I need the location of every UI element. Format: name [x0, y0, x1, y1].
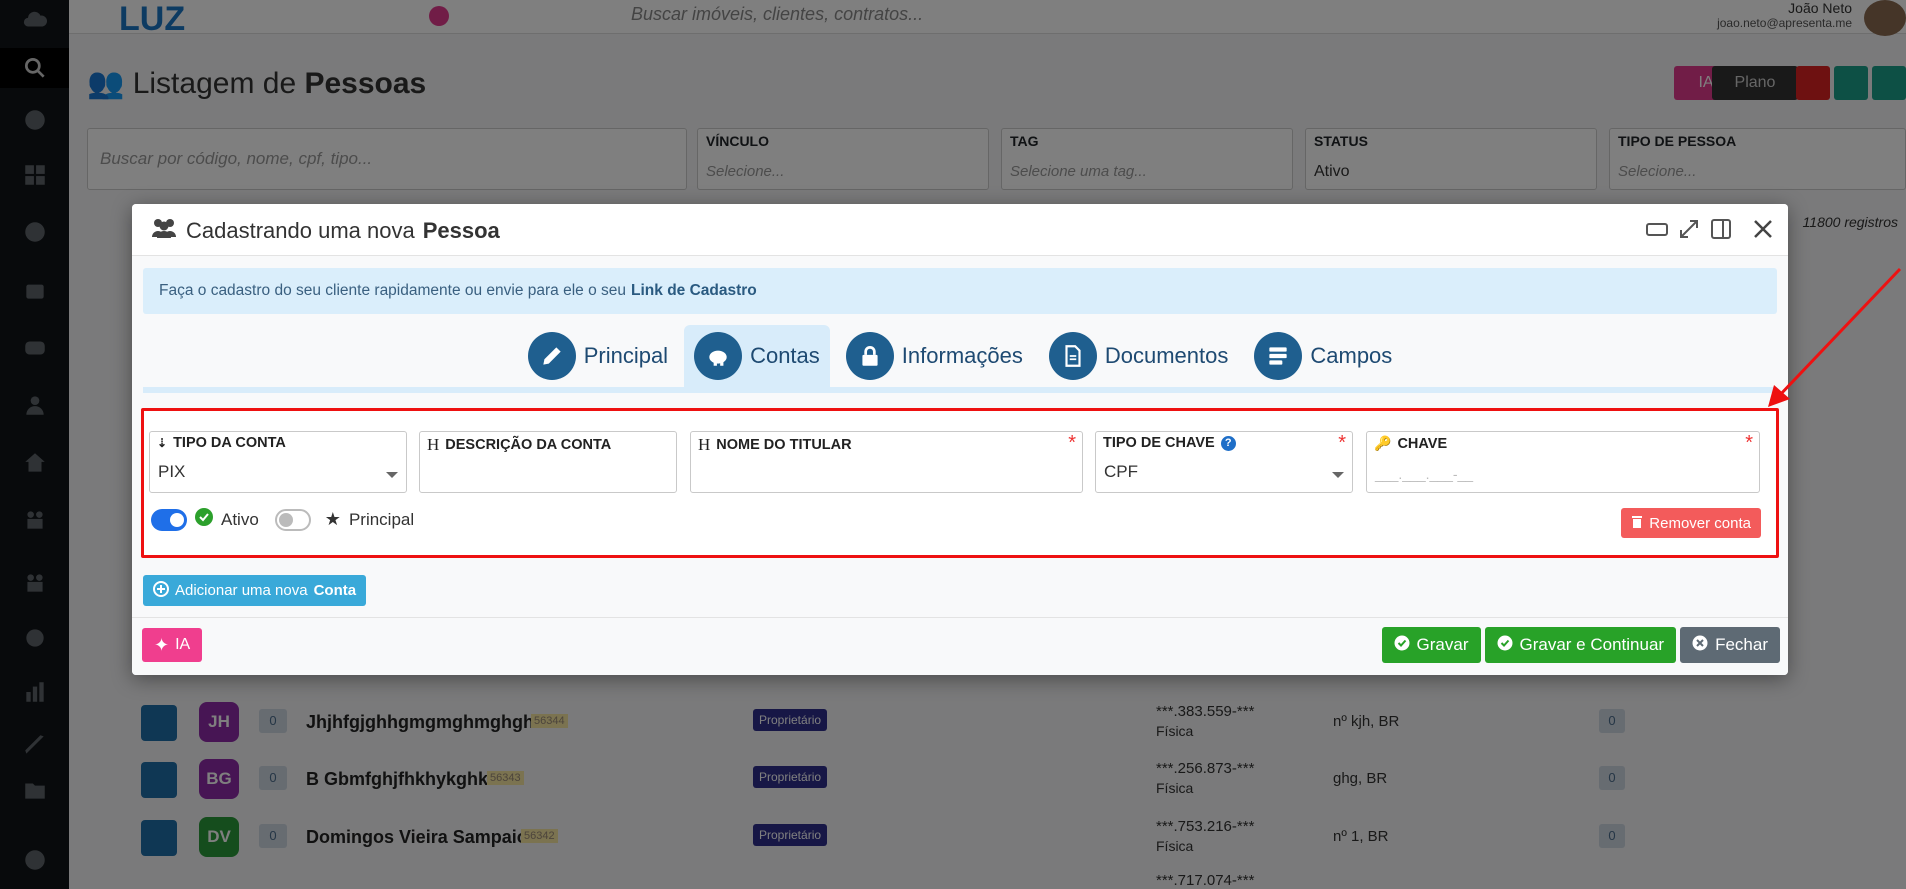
chevron-down-icon	[386, 472, 398, 478]
check-circle-icon	[1497, 635, 1513, 656]
expand-icon[interactable]	[1678, 218, 1700, 245]
required-asterisk: *	[1068, 432, 1076, 454]
fechar-button[interactable]: Fechar	[1680, 627, 1780, 663]
window-restore-icon[interactable]	[1646, 221, 1668, 242]
tab-principal[interactable]: Principal	[518, 325, 678, 387]
tab-documentos[interactable]: Documentos	[1039, 325, 1239, 387]
database-icon	[1254, 332, 1303, 380]
cadastro-link[interactable]: Link de Cadastro	[631, 282, 757, 300]
banner-text: Faça o cadastro do seu cliente rapidamen…	[159, 282, 627, 299]
tab-informacoes[interactable]: Informações	[836, 325, 1033, 387]
pencil-icon	[527, 332, 576, 380]
modal-footer: ✦ IA Gravar Gravar e Continuar Fechar	[132, 617, 1788, 675]
chevron-down-icon	[1332, 472, 1344, 478]
tab-contas[interactable]: Contas	[684, 325, 830, 387]
tipo-chave-select[interactable]: TIPO DE CHAVE? CPF *	[1095, 431, 1353, 493]
document-icon	[1048, 332, 1097, 380]
modal-header: Cadastrando uma nova Pessoa	[132, 204, 1788, 256]
sparkles-icon: ✦	[154, 634, 170, 655]
add-account-button[interactable]: Adicionar uma nova Conta	[143, 575, 367, 606]
info-banner: Faça o cadastro do seu cliente rapidamen…	[143, 268, 1777, 314]
lock-icon	[845, 332, 894, 380]
close-icon[interactable]	[1752, 218, 1774, 245]
principal-toggle[interactable]	[274, 508, 311, 531]
close-circle-icon	[1692, 635, 1708, 656]
tab-underline	[143, 387, 1777, 393]
nome-titular-field[interactable]: H NOME DO TITULAR *	[690, 431, 1083, 493]
descricao-conta-field[interactable]: H DESCRIÇÃO DA CONTA	[419, 431, 677, 493]
account-entry: ⇣ TIPO DA CONTA PIX H DESCRIÇÃO DA CONTA H…	[141, 408, 1779, 558]
trash-icon	[1631, 514, 1643, 532]
required-asterisk: *	[1338, 432, 1346, 454]
remove-account-button[interactable]: Remover conta	[1621, 508, 1761, 538]
ativo-toggle[interactable]	[151, 508, 187, 531]
register-person-modal: Cadastrando uma nova Pessoa Faça o cadast…	[132, 204, 1788, 675]
heading-icon: H	[698, 435, 711, 454]
modal-title: Cadastrando uma nova Pessoa	[150, 217, 500, 245]
key-icon: 🔑	[1374, 435, 1392, 451]
chave-field[interactable]: 🔑 CHAVE ___.___.___-__ *	[1366, 431, 1760, 493]
heading-icon: H	[427, 435, 440, 454]
annotation-arrow	[1768, 267, 1902, 407]
tab-campos[interactable]: Campos	[1244, 325, 1402, 387]
star-icon: ★	[324, 509, 341, 529]
help-icon[interactable]: ?	[1220, 435, 1236, 451]
check-circle-icon	[1394, 635, 1410, 656]
principal-label: Principal	[348, 509, 415, 529]
piggy-bank-icon	[694, 332, 743, 380]
modal-tabs: Principal Contas Informações Documentos …	[132, 325, 1788, 393]
plus-circle-icon	[153, 580, 169, 601]
tipo-conta-select[interactable]: ⇣ TIPO DA CONTA PIX	[149, 431, 407, 493]
required-asterisk: *	[1745, 432, 1753, 454]
account-type-icon: ⇣	[157, 436, 168, 450]
ia-footer-button[interactable]: ✦ IA	[142, 628, 203, 662]
sidebar-panel-icon[interactable]	[1710, 218, 1732, 245]
check-circle-icon	[195, 508, 213, 531]
users-icon	[150, 217, 178, 245]
gravar-button[interactable]: Gravar	[1381, 627, 1481, 663]
gravar-continuar-button[interactable]: Gravar e Continuar	[1484, 627, 1677, 663]
ativo-label: Ativo	[221, 509, 259, 529]
